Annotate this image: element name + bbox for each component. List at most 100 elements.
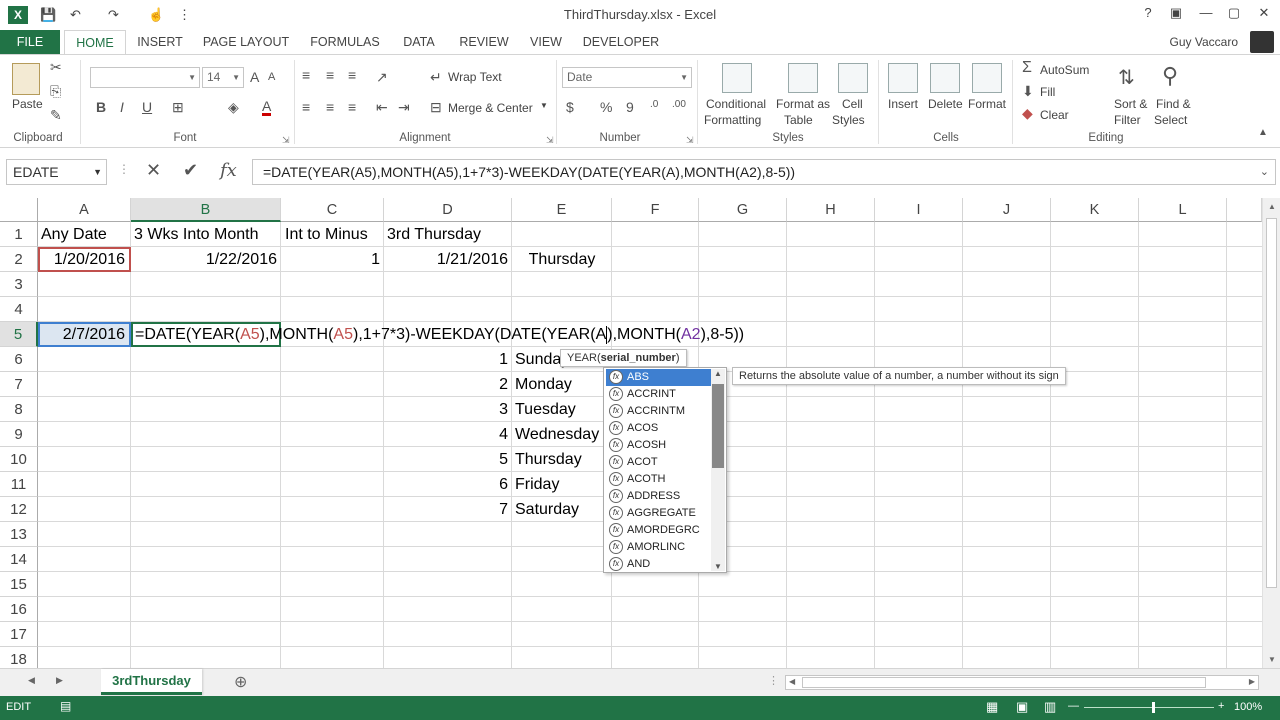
vertical-scroll-thumb[interactable] [1266, 218, 1277, 588]
find-select-icon[interactable]: ⚲ [1162, 63, 1178, 89]
row-header-8[interactable]: 8 [0, 397, 38, 422]
cell-e2[interactable]: Thursday [512, 247, 612, 272]
horizontal-scrollbar[interactable]: ◀ ▶ [785, 675, 1259, 690]
autocomplete-item[interactable]: fx ADDRESS [606, 488, 712, 505]
cell-d1[interactable]: 3rd Thursday [387, 222, 481, 247]
conditional-formatting-icon[interactable] [722, 63, 752, 93]
find-select-button-line2[interactable]: Select [1154, 113, 1187, 127]
cell-d8[interactable]: 3 [384, 397, 512, 422]
increase-decimal-icon[interactable]: .0 [650, 99, 658, 110]
scroll-down-icon[interactable]: ▼ [714, 562, 722, 571]
insert-cells-button[interactable]: Insert [888, 97, 918, 111]
save-icon[interactable]: 💾 [40, 7, 56, 23]
enter-icon[interactable]: ✔ [183, 160, 198, 181]
autocomplete-item[interactable]: fx ACCRINTM [606, 403, 712, 420]
sheet-tab-3rdthursday[interactable]: 3rdThursday [101, 669, 202, 695]
row-header-15[interactable]: 15 [0, 572, 38, 597]
insert-function-icon[interactable]: fx [220, 160, 237, 181]
close-button[interactable]: ✕ [1252, 5, 1276, 21]
row-header-7[interactable]: 7 [0, 372, 38, 397]
scroll-right-icon[interactable]: ▶ [1249, 677, 1255, 686]
function-syntax-tooltip[interactable]: YEAR(serial_number) [560, 349, 687, 367]
middle-align-icon[interactable]: ≡ [326, 67, 334, 83]
delete-cells-button[interactable]: Delete [928, 97, 963, 111]
autocomplete-item[interactable]: fx ACCRINT [606, 386, 712, 403]
tab-home[interactable]: HOME [64, 30, 126, 55]
format-cells-icon[interactable] [972, 63, 1002, 93]
tab-page-layout[interactable]: PAGE LAYOUT [196, 30, 296, 54]
column-header-e[interactable]: E [512, 198, 612, 222]
autocomplete-scroll-thumb[interactable] [712, 384, 724, 468]
undo-icon[interactable]: ↶ [70, 7, 81, 23]
minimize-button[interactable]: — [1194, 5, 1218, 20]
scroll-left-icon[interactable]: ◀ [789, 677, 795, 686]
fill-button[interactable]: Fill [1040, 85, 1055, 99]
number-format-combo[interactable]: Date ▼ [562, 67, 692, 88]
cell-e11[interactable]: Friday [515, 472, 559, 497]
row-header-2[interactable]: 2 [0, 247, 38, 272]
cell-styles-button-line2[interactable]: Styles [832, 113, 865, 127]
row-header-9[interactable]: 9 [0, 422, 38, 447]
touch-mode-icon[interactable]: ☝ [148, 7, 164, 23]
cell-e12[interactable]: Saturday [515, 497, 579, 522]
row-header-13[interactable]: 13 [0, 522, 38, 547]
font-size-combo[interactable]: 14 ▼ [202, 67, 244, 88]
autosum-icon[interactable]: Σ [1022, 59, 1032, 77]
shrink-font-icon[interactable]: A [268, 71, 275, 83]
add-sheet-icon[interactable]: ⊕ [234, 672, 247, 692]
restore-button[interactable]: ▢ [1222, 5, 1246, 21]
delete-cells-icon[interactable] [930, 63, 960, 93]
autocomplete-item[interactable]: fx ACOT [606, 454, 712, 471]
customize-qat-icon[interactable]: ⋮ [178, 7, 191, 23]
sort-filter-button[interactable]: Sort & [1114, 97, 1147, 111]
cell-styles-button[interactable]: Cell [842, 97, 863, 111]
cell-d7[interactable]: 2 [384, 372, 512, 397]
tab-view[interactable]: VIEW [524, 30, 568, 54]
currency-button[interactable]: $ [566, 99, 574, 115]
tab-split-handle-icon[interactable]: ⋮ [768, 674, 779, 687]
alignment-dialog-launcher-icon[interactable]: ⇲ [546, 135, 554, 146]
percent-button[interactable]: % [600, 99, 612, 115]
page-break-view-icon[interactable]: ▥ [1044, 699, 1056, 715]
column-header-d[interactable]: D [384, 198, 512, 222]
wrap-text-button[interactable]: Wrap Text [448, 70, 502, 84]
row-header-5[interactable]: 5 [0, 322, 38, 347]
number-dialog-launcher-icon[interactable]: ⇲ [686, 135, 694, 146]
name-box[interactable]: EDATE ▼ [6, 159, 107, 185]
autocomplete-item[interactable]: fx AND [606, 556, 712, 573]
italic-button[interactable]: I [120, 99, 124, 115]
column-header-b[interactable]: B [131, 198, 281, 222]
row-header-4[interactable]: 4 [0, 297, 38, 322]
autocomplete-item[interactable]: fx ACOTH [606, 471, 712, 488]
prev-sheet-icon[interactable]: ◀ [28, 675, 35, 686]
format-cells-button[interactable]: Format [968, 97, 1006, 111]
collapse-ribbon-icon[interactable]: ▲ [1258, 127, 1268, 138]
decrease-indent-icon[interactable]: ⇤ [376, 99, 388, 116]
format-as-table-icon[interactable] [788, 63, 818, 93]
select-all-corner[interactable] [0, 198, 38, 222]
cell-e10[interactable]: Thursday [515, 447, 582, 472]
row-header-18[interactable]: 18 [0, 647, 38, 668]
clear-icon[interactable]: ◆ [1022, 105, 1033, 122]
horizontal-scroll-thumb[interactable] [802, 677, 1206, 688]
bottom-align-icon[interactable]: ≡ [348, 67, 356, 83]
decrease-decimal-icon[interactable]: .00 [672, 99, 686, 110]
autocomplete-item[interactable]: fx ACOSH [606, 437, 712, 454]
column-header-a[interactable]: A [38, 198, 131, 222]
paste-icon[interactable] [12, 63, 40, 95]
merge-center-icon[interactable]: ⊟ [430, 99, 442, 116]
column-header-c[interactable]: C [281, 198, 384, 222]
formula-input[interactable]: =DATE(YEAR(A5),MONTH(A5),1+7*3)-WEEKDAY(… [252, 159, 1276, 185]
avatar[interactable] [1250, 31, 1274, 53]
format-painter-icon[interactable]: ✎ [50, 107, 62, 124]
format-as-table-button[interactable]: Format as [776, 97, 830, 111]
comma-button[interactable]: 9 [626, 99, 634, 115]
increase-indent-icon[interactable]: ⇥ [398, 99, 410, 116]
cell-c1[interactable]: Int to Minus [285, 222, 368, 247]
autocomplete-item[interactable]: fx ACOS [606, 420, 712, 437]
column-header-h[interactable]: H [787, 198, 875, 222]
function-autocomplete-list[interactable]: fx ABS fx ACCRINT fx ACCRINTM fx ACOS fx ACOS… [603, 367, 727, 573]
cell-e8[interactable]: Tuesday [515, 397, 576, 422]
cell-e9[interactable]: Wednesday [515, 422, 599, 447]
conditional-formatting-button[interactable]: Conditional [706, 97, 766, 111]
